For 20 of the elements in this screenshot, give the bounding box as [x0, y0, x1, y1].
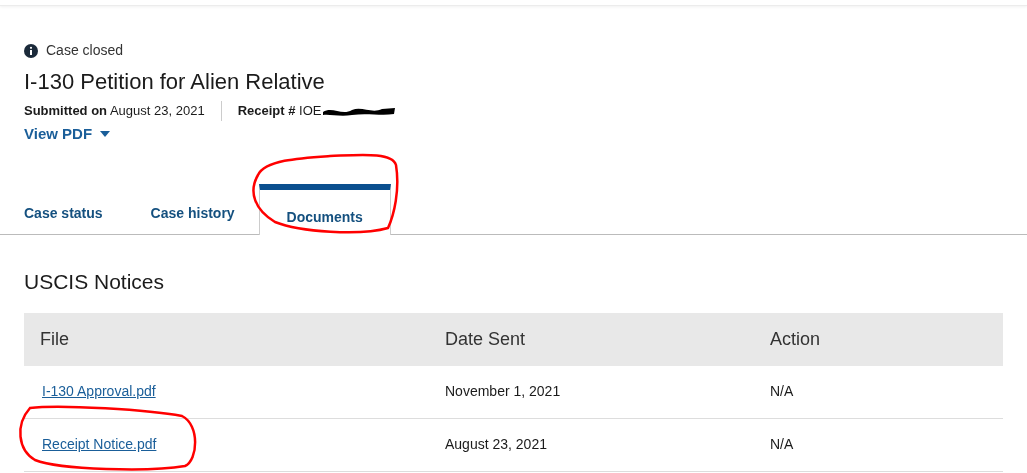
- column-header: Action: [770, 327, 822, 351]
- action-cell-text: N/A: [770, 435, 795, 454]
- tab[interactable]: Case history: [126, 182, 259, 234]
- tab[interactable]: Case status: [0, 182, 127, 234]
- receipt-number: Receipt # IOE: [237, 102, 322, 121]
- column-header: File: [40, 327, 70, 351]
- tab[interactable]: Documents: [258, 183, 391, 235]
- section-title: USCIS Notices: [24, 268, 166, 295]
- column-header: Date Sent: [445, 327, 527, 351]
- action-cell-text: N/A: [770, 382, 795, 401]
- file-link[interactable]: I-130 Approval.pdf: [42, 383, 156, 399]
- info-icon: [24, 43, 38, 58]
- case-status: Case closed: [46, 41, 124, 60]
- date-cell-text: November 1, 2021: [445, 382, 562, 401]
- view-pdf-button[interactable]: View PDF: [24, 123, 111, 146]
- submitted-date: Submitted on August 23, 2021: [24, 102, 205, 121]
- file-link[interactable]: Receipt Notice.pdf: [42, 436, 157, 452]
- page-title: I-130 Petition for Alien Relative: [24, 68, 326, 96]
- caret-icon: [100, 131, 111, 138]
- date-cell-text: August 23, 2021: [445, 435, 548, 454]
